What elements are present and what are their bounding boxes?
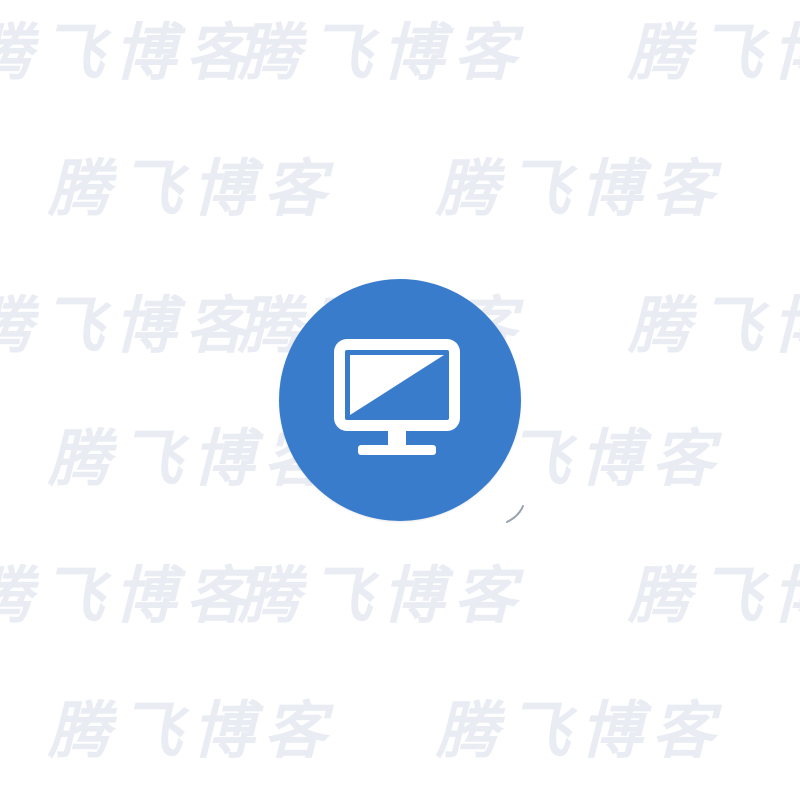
watermark-text: 腾飞博客 (238, 16, 527, 89)
watermark-text: 腾飞博客 (238, 559, 527, 632)
monitor-icon (334, 339, 460, 455)
watermark-text: 腾飞博客 (628, 16, 800, 89)
watermark-text: 腾飞博客 (436, 152, 725, 225)
corner-mark (506, 505, 524, 523)
watermark-text: 腾飞博客 (628, 289, 800, 362)
watermark-text: 腾飞博客 (48, 694, 337, 767)
page-canvas: 腾飞博客 腾飞博客 腾飞博客 腾飞博客 腾飞博客 腾飞博客 腾飞博客 腾飞博客 … (0, 0, 800, 800)
watermark-text: 腾飞博客 (0, 289, 259, 362)
watermark-text: 腾飞博客 (628, 559, 800, 632)
watermark-text: 腾飞博客 (436, 694, 725, 767)
watermark-text: 腾飞博客 (0, 16, 259, 89)
app-icon-button[interactable] (279, 279, 521, 521)
watermark-text: 腾飞博客 (48, 152, 337, 225)
watermark-text: 腾飞博客 (0, 559, 259, 632)
